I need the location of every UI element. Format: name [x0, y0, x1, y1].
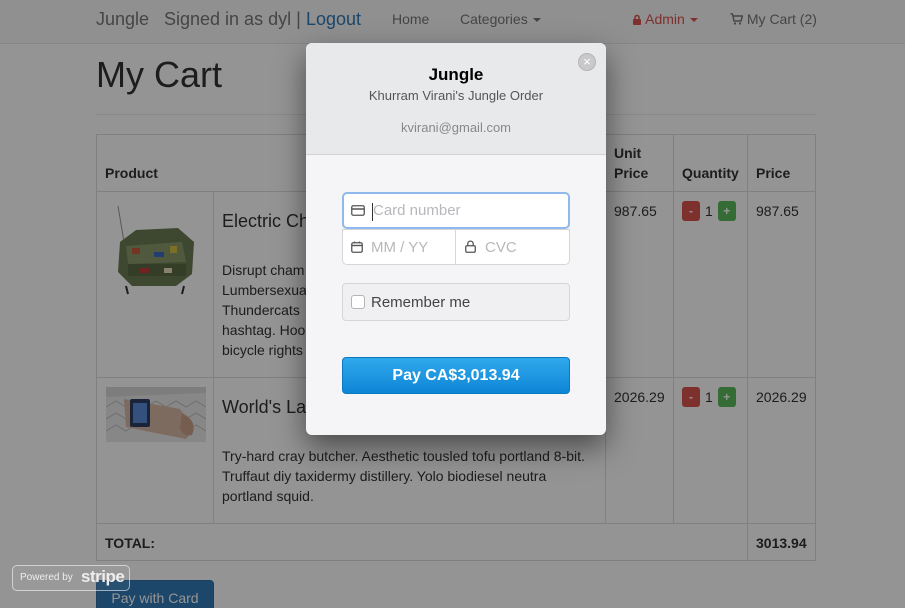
- cvc-field[interactable]: CVC: [455, 229, 570, 265]
- customer-email[interactable]: kvirani@gmail.com: [306, 120, 606, 135]
- remember-me-checkbox[interactable]: [351, 295, 365, 309]
- cvc-placeholder: CVC: [485, 239, 517, 256]
- padlock-icon: [465, 240, 476, 253]
- stripe-checkout-modal: × Jungle Khurram Virani's Jungle Order k…: [306, 43, 606, 435]
- card-number-placeholder: Card number: [373, 202, 461, 219]
- powered-by-label: Powered by: [20, 572, 73, 583]
- remember-me-row[interactable]: Remember me: [342, 283, 570, 321]
- expiry-field[interactable]: MM / YY: [342, 229, 456, 265]
- pay-button[interactable]: Pay CA$3,013.94: [342, 357, 570, 394]
- calendar-icon: [351, 241, 363, 253]
- order-description: Khurram Virani's Jungle Order: [368, 88, 544, 103]
- card-number-field[interactable]: Card number: [342, 192, 570, 229]
- merchant-name: Jungle: [428, 65, 484, 84]
- card-icon: [351, 205, 365, 216]
- remember-me-label: Remember me: [371, 294, 471, 311]
- modal-header: × Jungle Khurram Virani's Jungle Order k…: [306, 43, 606, 155]
- expiry-placeholder: MM / YY: [371, 239, 429, 256]
- stripe-logo: stripe: [81, 567, 125, 586]
- powered-by-stripe-badge[interactable]: Powered by stripe: [12, 565, 130, 591]
